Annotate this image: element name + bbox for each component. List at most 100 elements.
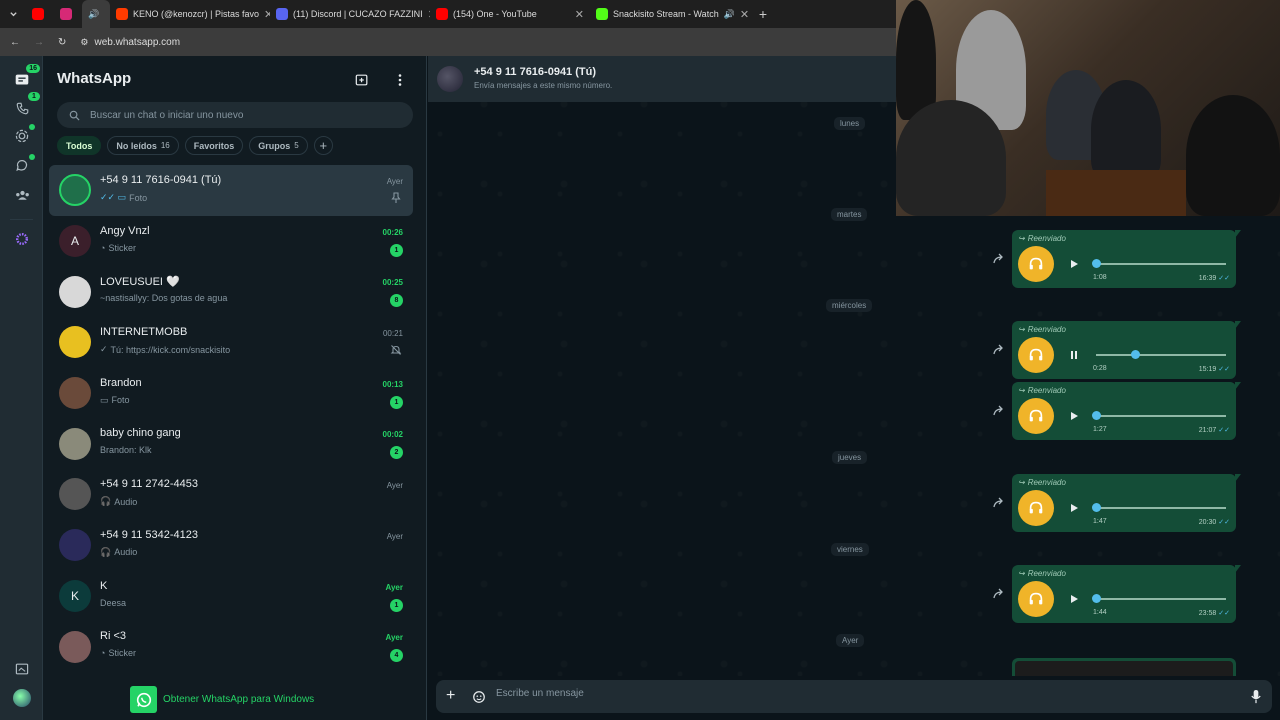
chat-list-panel: WhatsApp Todos No leídos16 Favoritos Gru… bbox=[43, 56, 467, 720]
audio-seek-bar[interactable] bbox=[1096, 598, 1226, 600]
plus-icon: + bbox=[319, 138, 328, 153]
filter-groups[interactable]: Grupos 5 bbox=[249, 136, 308, 155]
forwarded-icon: ↪ bbox=[1018, 234, 1025, 243]
read-receipt-icon: ✓✓ bbox=[1218, 610, 1230, 617]
forwarded-label: ↪ Reenviado bbox=[1018, 234, 1066, 243]
chats-nav-button[interactable]: 16 bbox=[12, 64, 40, 90]
menu-button[interactable] bbox=[392, 72, 408, 88]
communities-icon bbox=[15, 190, 29, 200]
chat-list-item[interactable]: +54 9 11 2742-4453 🎧 Audio Ayer bbox=[49, 469, 413, 520]
chat-list-item[interactable]: baby chino gang Brandon: Klk 00:02 2 bbox=[49, 418, 413, 469]
audio-seek-handle[interactable] bbox=[1131, 350, 1140, 359]
audio-duration: 1:27 bbox=[1093, 426, 1107, 433]
new-tab-button[interactable]: + bbox=[750, 0, 776, 28]
close-icon[interactable]: ✕ bbox=[575, 8, 584, 21]
pause-button[interactable] bbox=[1068, 349, 1080, 361]
chat-list-item[interactable]: Brandon ▭ Foto 00:13 1 bbox=[49, 368, 413, 419]
filter-label: No leídos bbox=[116, 140, 157, 151]
play-button[interactable] bbox=[1068, 410, 1080, 422]
search-input[interactable] bbox=[90, 109, 390, 121]
audio-message[interactable]: ↪ Reenviado 1:47 20:30 ✓✓ bbox=[1012, 474, 1241, 532]
browser-tab-6[interactable]: Snackisito Stream - Watch 🔊 ✕ bbox=[590, 0, 750, 28]
chat-time: Ayer bbox=[385, 582, 404, 592]
audio-seek-bar[interactable] bbox=[1096, 507, 1226, 509]
audio-message[interactable]: ↪ Reenviado 0:28 15:19 ✓✓ bbox=[1012, 321, 1241, 379]
chat-list-item[interactable]: INTERNETMOBB ✓ Tú: https://kick.com/snacki… bbox=[49, 317, 413, 368]
discord-icon bbox=[276, 8, 288, 20]
tab-list-button[interactable] bbox=[0, 0, 26, 28]
audio-seek-handle[interactable] bbox=[1092, 503, 1101, 512]
status-nav-button[interactable] bbox=[12, 124, 35, 146]
add-filter-button[interactable]: + bbox=[313, 136, 333, 155]
browser-tab-5[interactable]: (154) One - YouTube ✕ bbox=[430, 0, 590, 28]
play-button[interactable] bbox=[1068, 502, 1080, 514]
profile-button[interactable] bbox=[12, 688, 32, 708]
chat-list-item[interactable]: +54 9 11 7616-0941 (Tú) ✓✓ ▭ Foto Ayer bbox=[49, 165, 413, 216]
chat-list-item[interactable]: +54 9 11 5342-4123 🎧 Audio Ayer bbox=[49, 520, 413, 571]
attach-button[interactable]: + bbox=[446, 687, 455, 705]
forwarded-label: ↪ Reenviado bbox=[1018, 325, 1066, 334]
play-button[interactable] bbox=[1068, 593, 1080, 605]
browser-tab-0[interactable] bbox=[26, 0, 54, 28]
meta-ai-icon bbox=[16, 233, 28, 245]
url-field[interactable]: ⚙ web.whatsapp.com bbox=[80, 37, 180, 48]
message-input[interactable] bbox=[496, 688, 1196, 699]
channels-nav-button[interactable] bbox=[12, 154, 35, 176]
forward-icon[interactable]: → bbox=[34, 37, 44, 48]
chat-list-item[interactable]: LOVEUSUEI 🤍 ~nastisallyy: Dos gotas de ag… bbox=[49, 266, 413, 317]
audio-message[interactable]: ↪ Reenviado 1:44 23:58 ✓✓ bbox=[1012, 565, 1241, 623]
close-icon[interactable]: ✕ bbox=[740, 8, 749, 21]
audio-seek-bar[interactable] bbox=[1096, 354, 1226, 356]
get-windows-app-link[interactable]: Obtener WhatsApp para Windows bbox=[130, 686, 314, 713]
forwarded-icon: ↪ bbox=[1018, 386, 1025, 395]
forward-icon[interactable] bbox=[992, 404, 1006, 418]
read-receipt-icon: ✓✓ bbox=[1218, 427, 1230, 434]
play-button[interactable] bbox=[1068, 258, 1080, 270]
chat-preview: ◔ Sticker bbox=[100, 243, 136, 253]
chat-list-item[interactable]: Ri <3 ◔ Sticker Ayer 4 bbox=[49, 621, 413, 672]
chat-list-item[interactable]: A Angy Vnzl ◔ Sticker 00:26 1 bbox=[49, 216, 413, 267]
communities-nav-button[interactable] bbox=[12, 185, 32, 205]
video-figure bbox=[1091, 80, 1161, 180]
filter-unread[interactable]: No leídos 16 bbox=[107, 136, 179, 155]
browser-tab-2[interactable]: 🔊 bbox=[82, 0, 110, 28]
new-chat-button[interactable] bbox=[354, 72, 370, 88]
browser-tab-4[interactable]: (11) Discord | CUCAZO FAZZINI✕ bbox=[270, 0, 430, 28]
calls-nav-button[interactable]: 1 bbox=[12, 92, 40, 118]
browser-tab-1[interactable] bbox=[54, 0, 82, 28]
search-box[interactable] bbox=[57, 102, 413, 128]
kick-icon bbox=[596, 8, 608, 20]
meta-ai-button[interactable] bbox=[12, 229, 32, 249]
chat-list-item[interactable]: K K Deesa Ayer 1 bbox=[49, 571, 413, 622]
filter-favorites[interactable]: Favoritos bbox=[184, 136, 244, 155]
browser-tab-3[interactable]: KENO (@kenozcr) | Pistas favo ✕ bbox=[110, 0, 270, 28]
read-receipt-icon: ✓✓ bbox=[1218, 366, 1230, 373]
forward-icon[interactable] bbox=[992, 252, 1006, 266]
forwarded-label: ↪ Reenviado bbox=[1018, 569, 1066, 578]
audio-seek-bar[interactable] bbox=[1096, 415, 1226, 417]
filter-todos[interactable]: Todos bbox=[57, 136, 102, 155]
audio-seek-handle[interactable] bbox=[1092, 594, 1101, 603]
forward-icon[interactable] bbox=[992, 587, 1006, 601]
audio-seek-handle[interactable] bbox=[1092, 259, 1101, 268]
audio-message[interactable]: ↪ Reenviado 1:27 21:07 ✓✓ bbox=[1012, 382, 1241, 440]
avatar bbox=[59, 326, 91, 359]
microphone-icon[interactable] bbox=[1250, 689, 1262, 704]
site-info-icon[interactable]: ⚙ bbox=[80, 37, 88, 48]
back-icon[interactable]: ← bbox=[10, 37, 20, 48]
audio-message[interactable]: ↪ Reenviado 1:08 16:39 ✓✓ bbox=[1012, 230, 1241, 288]
forward-icon[interactable] bbox=[992, 343, 1006, 357]
audio-seek-handle[interactable] bbox=[1092, 411, 1101, 420]
tab-favicon bbox=[116, 8, 128, 20]
audio-seek-bar[interactable] bbox=[1096, 263, 1226, 265]
chat-name: +54 9 11 5342-4123 bbox=[100, 528, 198, 541]
forward-icon[interactable] bbox=[992, 496, 1006, 510]
message-meta: 21:07 ✓✓ bbox=[1199, 426, 1230, 435]
reload-icon[interactable]: ↻ bbox=[58, 37, 66, 48]
message-meta: 20:30 ✓✓ bbox=[1199, 518, 1230, 527]
sticker-icon[interactable] bbox=[472, 690, 486, 704]
day-separator: Ayer bbox=[836, 634, 865, 647]
video-table bbox=[1046, 170, 1186, 216]
media-nav-button[interactable] bbox=[12, 659, 32, 679]
chat-time: Ayer bbox=[385, 633, 404, 643]
